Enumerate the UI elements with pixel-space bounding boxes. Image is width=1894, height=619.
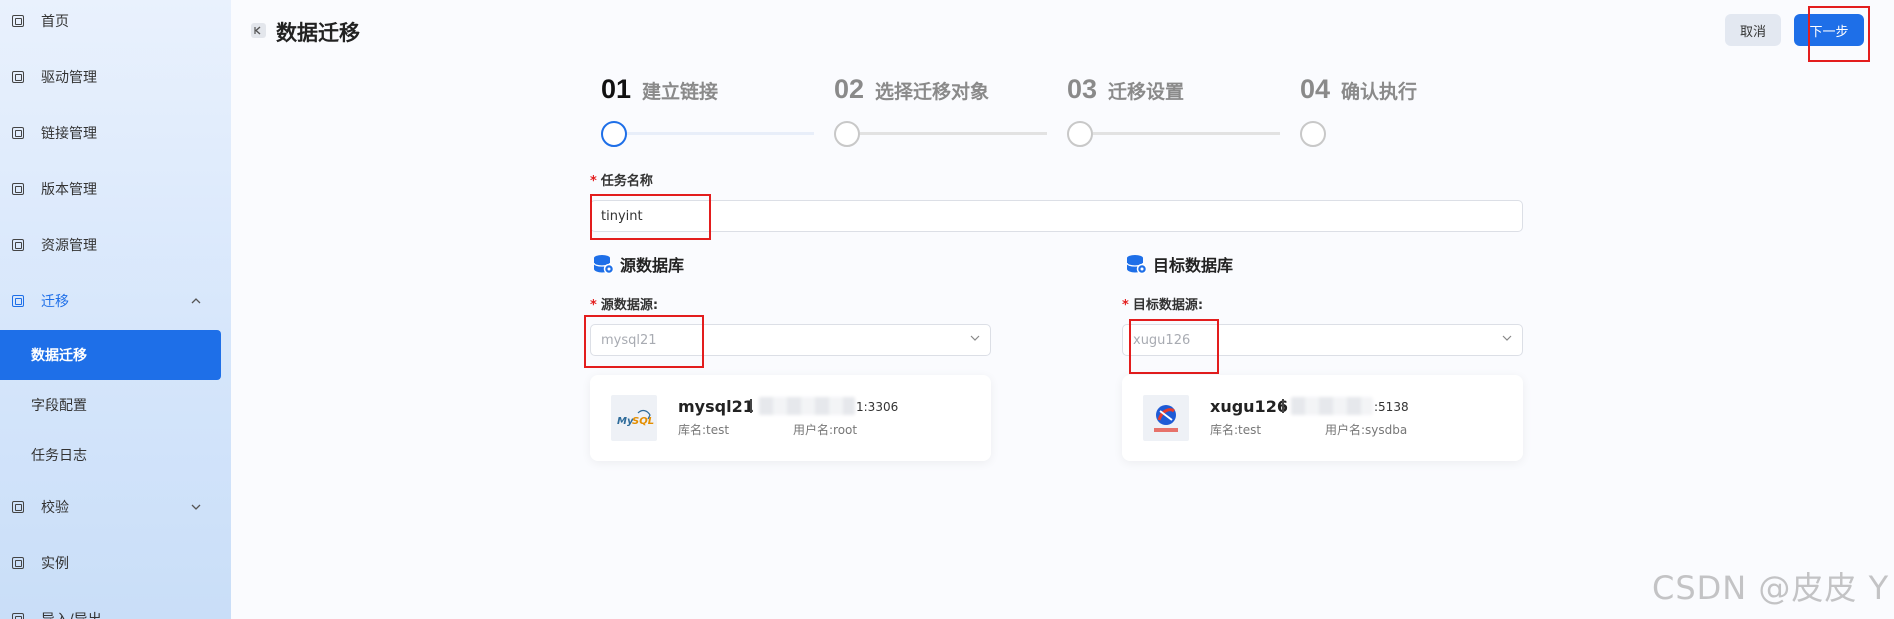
sidebar-item-label: 导入/导出 — [41, 609, 102, 619]
task-name-input[interactable] — [590, 200, 1523, 232]
db-port: 1:3306 — [856, 400, 899, 414]
menu-icon — [12, 501, 24, 513]
sidebar-item-label: 版本管理 — [41, 182, 97, 198]
step-3-indicator[interactable] — [1067, 121, 1093, 147]
sidebar-item-links[interactable]: 链接管理 — [0, 115, 231, 151]
database-icon — [593, 255, 614, 275]
chevron-down-icon — [190, 501, 202, 513]
menu-icon — [12, 15, 24, 27]
sidebar-item-home[interactable]: 首页 — [0, 3, 231, 39]
cancel-button[interactable]: 取消 — [1725, 14, 1781, 46]
source-db-section-header: 源数据库 — [592, 252, 684, 276]
step-number: 01 — [601, 74, 632, 104]
select-value: xugu126 — [1133, 333, 1191, 348]
target-db-section-header: 目标数据库 — [1125, 252, 1233, 276]
sidebar-item-label: 字段配置 — [31, 398, 87, 414]
collapse-back-icon[interactable] — [251, 23, 266, 38]
step-2-indicator[interactable] — [834, 121, 860, 147]
db-name: xugu126 — [1210, 397, 1288, 416]
menu-icon — [12, 557, 24, 569]
separator — [1282, 399, 1284, 413]
select-value: mysql21 — [601, 333, 657, 348]
target-db-card: xugu126 :5138 库名:test 用户名:sysdba — [1122, 375, 1523, 461]
sidebar-item-instances[interactable]: 实例 — [0, 545, 231, 581]
source-db-card: My SQL mysql21 1:3306 库名:test 用户名:root — [590, 375, 991, 461]
chevron-up-icon — [190, 295, 202, 307]
sidebar-item-label: 驱动管理 — [41, 70, 97, 86]
chevron-down-icon — [1502, 335, 1512, 341]
section-title: 源数据库 — [620, 256, 685, 275]
step-1-indicator[interactable] — [601, 121, 627, 147]
sidebar-item-drivers[interactable]: 驱动管理 — [0, 59, 231, 95]
next-step-button[interactable]: 下一步 — [1794, 14, 1864, 46]
menu-icon — [12, 295, 24, 307]
menu-icon — [12, 71, 24, 83]
step-number: 02 — [834, 74, 865, 104]
sidebar-item-label: 链接管理 — [41, 126, 97, 142]
db-user: 用户名:sysdba — [1325, 423, 1408, 437]
mysql-logo-icon: My SQL — [611, 395, 657, 441]
menu-icon — [12, 613, 24, 619]
step-number: 04 — [1300, 74, 1331, 104]
source-datasource-select[interactable]: mysql21 — [590, 324, 991, 356]
sidebar-subitem-task-log[interactable]: 任务日志 — [0, 430, 221, 480]
db-schema: 库名:test — [1210, 423, 1262, 437]
step-label: 选择迁移对象 — [875, 81, 990, 103]
sidebar-item-label: 迁移 — [41, 294, 69, 310]
sidebar-item-validation[interactable]: 校验 — [0, 489, 231, 525]
step-connector — [627, 132, 814, 135]
sidebar-item-label: 资源管理 — [41, 238, 97, 254]
label-text: 源数据源: — [600, 298, 659, 313]
step-number: 03 — [1067, 74, 1098, 104]
menu-icon — [12, 127, 24, 139]
step-label: 迁移设置 — [1108, 81, 1185, 103]
sidebar: 首页 驱动管理 链接管理 版本管理 资源管理 迁移 数据迁移 字段配置 任务日志… — [0, 0, 231, 619]
db-schema: 库名:test — [678, 423, 730, 437]
sidebar-item-label: 任务日志 — [31, 448, 87, 464]
sidebar-item-versions[interactable]: 版本管理 — [0, 171, 231, 207]
db-user: 用户名:root — [793, 423, 858, 437]
step-4-indicator[interactable] — [1300, 121, 1326, 147]
step-label: 建立链接 — [642, 81, 719, 103]
redacted-host — [1291, 397, 1373, 415]
target-datasource-select[interactable]: xugu126 — [1122, 324, 1523, 356]
sidebar-item-label: 数据迁移 — [31, 348, 87, 364]
sidebar-item-import-export[interactable]: 导入/导出 — [0, 601, 231, 619]
sidebar-item-label: 首页 — [41, 14, 69, 30]
database-icon — [1126, 255, 1147, 275]
label-text: 任务名称 — [600, 174, 653, 189]
task-name-label: * 任务名称 — [590, 170, 653, 189]
step-connector — [860, 132, 1047, 135]
sidebar-item-label: 实例 — [41, 556, 69, 572]
sidebar-subitem-field-config[interactable]: 字段配置 — [0, 380, 221, 430]
source-datasource-label: * 源数据源: — [590, 294, 658, 313]
watermark: CSDN @皮皮 Y — [1652, 569, 1890, 607]
required-mark: * — [590, 298, 597, 313]
db-name: mysql21 — [678, 397, 754, 416]
chevron-down-icon — [970, 335, 980, 341]
sidebar-item-migration[interactable]: 迁移 — [0, 283, 231, 319]
label-text: 目标数据源: — [1132, 298, 1204, 313]
sidebar-subitem-data-migration[interactable]: 数据迁移 — [0, 330, 221, 380]
section-title: 目标数据库 — [1153, 256, 1234, 275]
redacted-host — [759, 397, 855, 415]
required-mark: * — [590, 174, 597, 189]
db-port: :5138 — [1374, 400, 1409, 414]
menu-icon — [12, 183, 24, 195]
page-title: 数据迁移 — [276, 21, 360, 45]
xugu-logo-icon — [1143, 395, 1189, 441]
required-mark: * — [1122, 298, 1129, 313]
separator — [750, 399, 752, 413]
svg-text:SQL: SQL — [632, 416, 654, 427]
step-connector — [1093, 132, 1280, 135]
step-label: 确认执行 — [1341, 81, 1418, 103]
menu-icon — [12, 239, 24, 251]
target-datasource-label: * 目标数据源: — [1122, 294, 1203, 313]
sidebar-item-resources[interactable]: 资源管理 — [0, 227, 231, 263]
sidebar-item-label: 校验 — [41, 500, 69, 516]
